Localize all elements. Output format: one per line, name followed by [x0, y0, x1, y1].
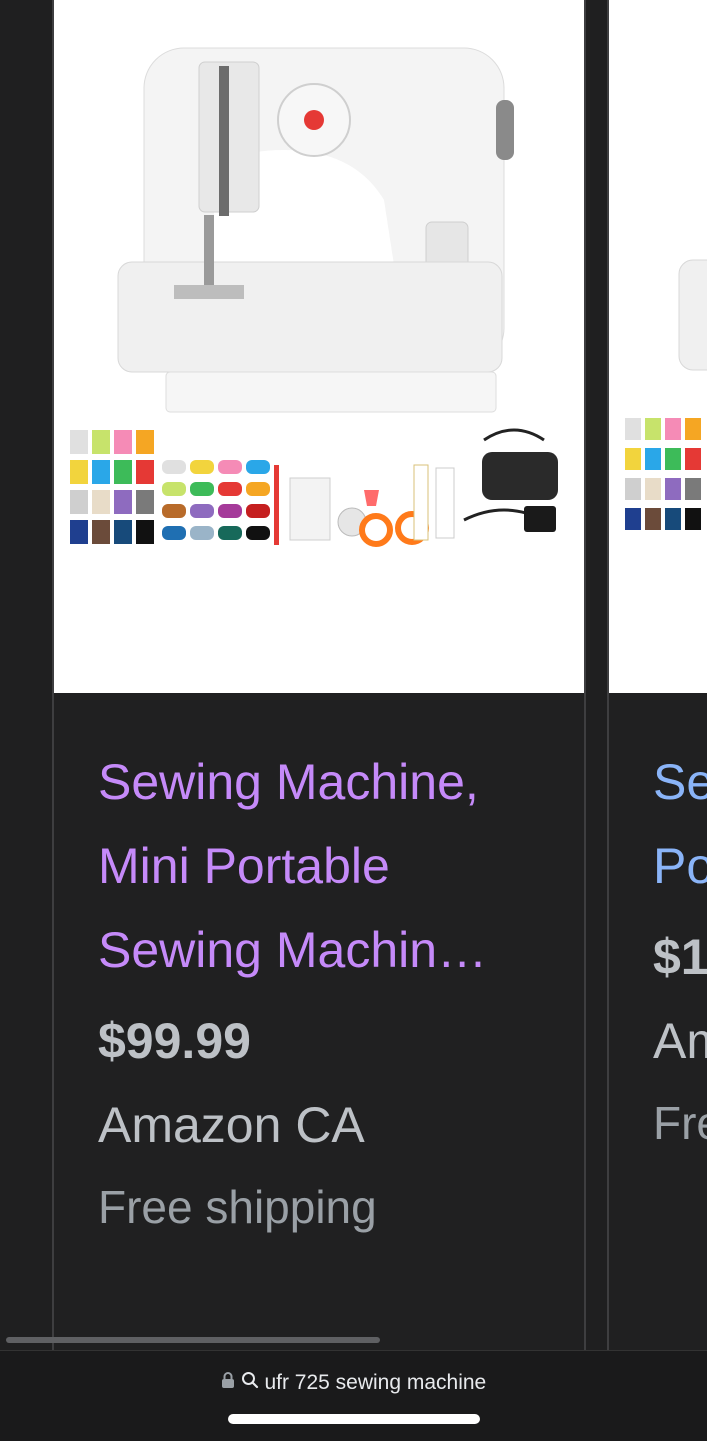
sewing-machine-image: [70, 47, 558, 547]
shipping-info: Free shipping: [653, 1097, 707, 1149]
product-image[interactable]: [54, 0, 584, 693]
results-carousel[interactable]: Sewing Machine, Mini Portable Sewing Mac…: [0, 0, 707, 1350]
home-indicator[interactable]: [228, 1414, 480, 1424]
product-seller: Amazon CA: [98, 1097, 365, 1153]
sewing-machine-image: [625, 259, 707, 530]
horizontal-scrollbar[interactable]: [6, 1337, 380, 1343]
product-title-link[interactable]: Sewing Machine, Mini Portable Sewing Mac…: [653, 740, 707, 908]
search-icon: [241, 1371, 259, 1395]
shipping-info: Free shipping: [98, 1181, 377, 1233]
product-seller: Amazon CA: [653, 1013, 707, 1069]
product-card[interactable]: Sewing Machine, Mini Portable Sewing Mac…: [52, 0, 586, 1350]
product-image[interactable]: [609, 0, 707, 693]
url-query-text[interactable]: ufr 725 sewing machine: [264, 1371, 486, 1394]
lock-icon: [221, 1371, 235, 1395]
address-bar[interactable]: ufr 725 sewing machine: [0, 1350, 707, 1441]
product-title-link[interactable]: Sewing Machine, Mini Portable Sewing Mac…: [98, 740, 564, 992]
product-card[interactable]: Sewing Machine, Mini Portable Sewing Mac…: [607, 0, 707, 1350]
product-price: $99.99: [98, 1013, 251, 1069]
product-price: $1: [653, 929, 707, 985]
